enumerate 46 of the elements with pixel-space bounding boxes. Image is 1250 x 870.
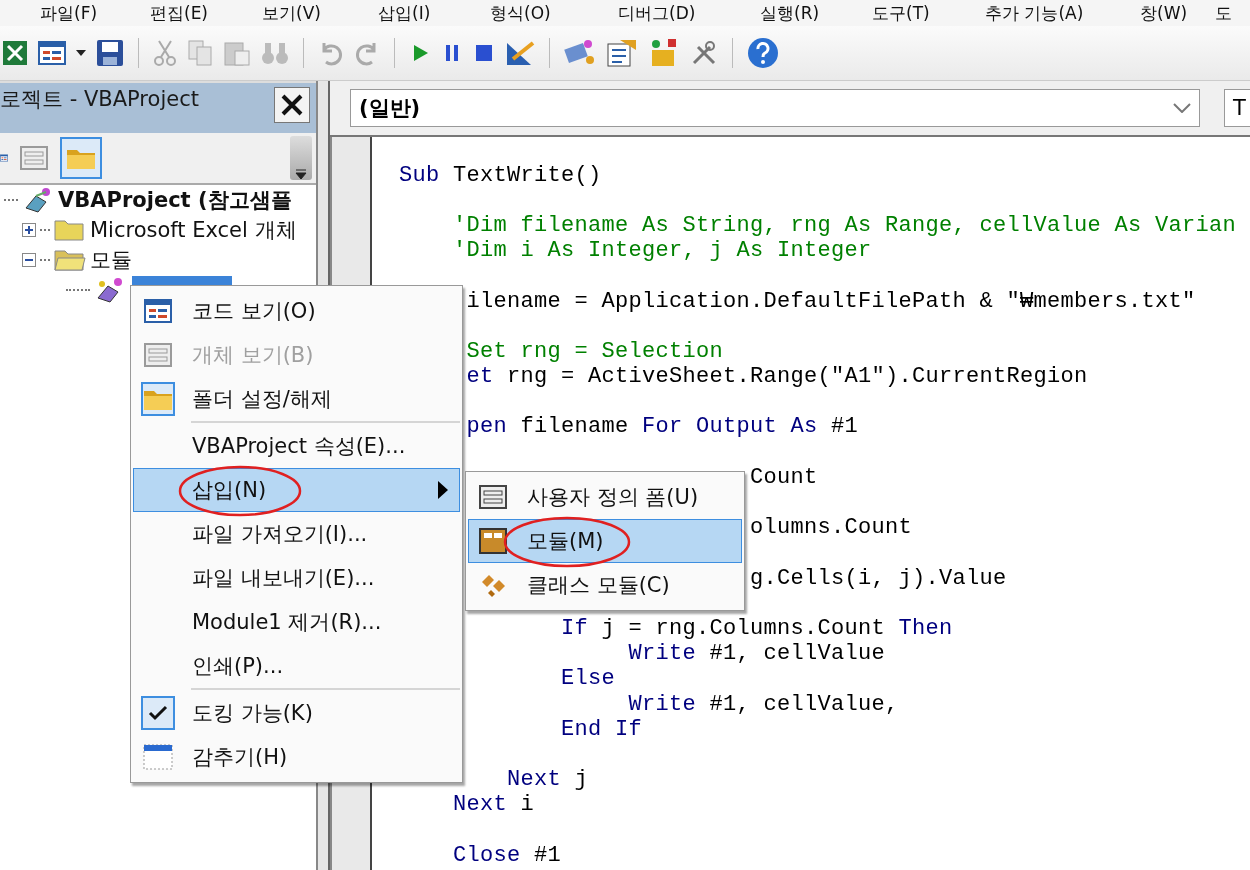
menu-item[interactable]: 형식(O) (490, 1, 551, 25)
code-line: Write #1, cellValue, (628, 692, 899, 717)
code-line: ilename = Application.DefaultFilePath & "₩members.txt" (466, 289, 1196, 314)
procedure-dropdown[interactable]: T (1224, 89, 1250, 127)
code-line: 'Dim filename As String, rng As Range, cellValue As Varian (453, 213, 1237, 238)
code-line: Next i (453, 793, 535, 818)
code-line: If j = rng.Columns.Count Then (561, 616, 953, 641)
code-line: pen filename For Output As #1 (466, 415, 859, 440)
code-line: End If (561, 717, 642, 742)
code-line: 'Dim i As Integer, j As Integer (453, 239, 872, 264)
menu-item[interactable]: 파일 가져오기(I)... (133, 512, 460, 556)
menu-item[interactable]: Module1 제거(R)... (133, 600, 460, 644)
menu-item[interactable]: VBAProject 속성(E)... (133, 424, 460, 468)
menu-item[interactable]: 삽입(I) (378, 1, 431, 25)
menu-item[interactable]: 보기(V) (262, 1, 321, 25)
menu-item[interactable]: 폴더 설정/해제 (133, 377, 460, 421)
tree-item[interactable]: Microsoft Excel 개체 (90, 216, 297, 244)
code-line: et rng = ActiveSheet.Range("A1").CurrentRegion (466, 365, 1088, 390)
code-line: Set rng = Selection (466, 339, 724, 364)
menu-item[interactable]: 추가 기능(A) (985, 1, 1084, 25)
code-line: Next j (507, 768, 589, 793)
menu-item[interactable]: 코드 보기(O) (133, 289, 460, 333)
menu-item[interactable]: 파일 내보내기(E)... (133, 556, 460, 600)
menu-item[interactable]: 사용자 정의 폼(U) (468, 475, 742, 519)
menu-item[interactable]: 편집(E) (150, 1, 208, 25)
menu-item[interactable]: 도킹 가능(K) (133, 691, 460, 735)
code-line: Sub TextWrite() (399, 163, 602, 188)
menu-item[interactable]: 도구(T) (872, 1, 930, 25)
menu-item[interactable]: 파일(F) (40, 1, 98, 25)
tree-item[interactable]: 모듈 (90, 246, 132, 274)
menu-item[interactable]: 감추기(H) (133, 735, 460, 779)
code-line: g.Cells(i, j).Value (750, 566, 1007, 591)
code-line: Close #1 (453, 843, 562, 868)
menu-item[interactable]: 실행(R) (760, 1, 820, 25)
code-line: Count (750, 465, 818, 490)
tree-item[interactable]: VBAProject (참고샘플 (58, 186, 292, 214)
object-dropdown[interactable]: (일반) (350, 89, 1200, 127)
menu-item[interactable]: 디버그(D) (618, 1, 696, 25)
menu-item[interactable]: 인쇄(P)... (133, 644, 460, 688)
code-line: olumns.Count (750, 516, 913, 541)
menu-item[interactable]: 창(W) (1140, 1, 1188, 25)
menu-item[interactable]: 도 (1215, 1, 1232, 25)
panel-title: 로젝트 - VBAProject (0, 86, 199, 113)
code-line: Else (561, 667, 615, 692)
menu-item[interactable]: 클래스 모듈(C) (468, 563, 742, 607)
code-line: Write #1, cellValue (628, 642, 886, 667)
